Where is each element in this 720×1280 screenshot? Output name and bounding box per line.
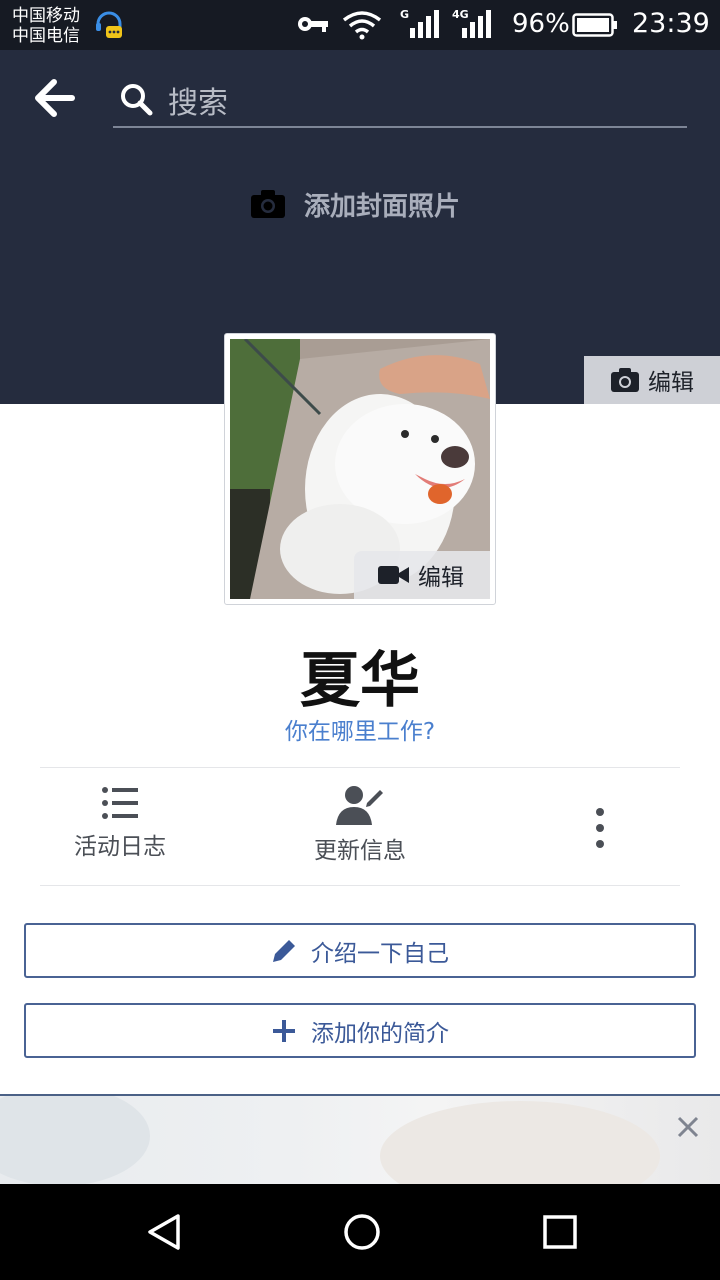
vpn-key-icon: [298, 17, 328, 32]
network-type-4g: 4G: [452, 8, 469, 21]
status-bar: 中国移动 中国电信 G 4G 96% 23:39: [0, 0, 720, 50]
video-camera-icon: [378, 566, 409, 584]
search-placeholder: 搜索: [168, 86, 228, 121]
list-icon: [102, 787, 138, 819]
clock: 23:39: [632, 8, 710, 39]
person-edit-icon: [336, 786, 383, 825]
pencil-icon: [273, 939, 295, 962]
add-workplace-link[interactable]: 你在哪里工作?: [0, 712, 720, 746]
carrier-names: 中国移动 中国电信: [12, 6, 80, 46]
divider: [40, 885, 680, 886]
banner-background-image: [0, 1096, 660, 1184]
introduce-yourself-label: 介绍一下自己: [311, 940, 449, 967]
divider: [40, 767, 680, 768]
qq-notification-icon: [96, 11, 122, 38]
plus-icon: [273, 1019, 295, 1042]
add-bio-label: 添加你的简介: [311, 1020, 449, 1047]
featured-photos-banner[interactable]: [0, 1094, 720, 1184]
profile-name: 夏华: [300, 646, 420, 716]
edit-cover-button[interactable]: 编辑: [584, 356, 720, 404]
add-bio-button[interactable]: 添加你的简介: [24, 1003, 696, 1058]
introduce-yourself-button[interactable]: 介绍一下自己: [24, 923, 696, 978]
edit-cover-label: 编辑: [648, 370, 694, 396]
carrier-1: 中国移动: [12, 6, 80, 26]
edit-profile-photo-label: 编辑: [418, 565, 464, 591]
more-vertical-icon[interactable]: [588, 806, 612, 850]
nav-recent-apps-icon[interactable]: [542, 1214, 578, 1250]
signal-strength-1: G: [400, 8, 440, 40]
network-type-g: G: [400, 8, 410, 21]
add-cover-label: 添加封面照片: [304, 191, 461, 222]
back-arrow-icon[interactable]: [34, 78, 76, 118]
edit-profile-photo-button[interactable]: 编辑: [354, 551, 490, 599]
update-info-button[interactable]: 更新信息: [280, 785, 440, 875]
battery-percentage: 96%: [512, 9, 570, 39]
camera-icon: [611, 368, 639, 392]
carrier-2: 中国电信: [12, 26, 80, 46]
battery-icon: [572, 13, 617, 37]
nav-home-icon[interactable]: [342, 1212, 382, 1252]
add-cover-photo-button[interactable]: 添加封面照片: [250, 182, 460, 226]
update-info-label: 更新信息: [314, 838, 406, 864]
close-icon[interactable]: [676, 1115, 700, 1139]
search-bar[interactable]: 搜索: [113, 70, 687, 128]
camera-icon: [251, 190, 285, 218]
signal-strength-2: 4G: [452, 8, 492, 40]
activity-log-label: 活动日志: [74, 834, 166, 860]
activity-log-button[interactable]: 活动日志: [40, 785, 200, 875]
wifi-icon: [342, 11, 382, 40]
search-icon: [121, 84, 153, 116]
nav-back-icon[interactable]: [144, 1212, 184, 1252]
